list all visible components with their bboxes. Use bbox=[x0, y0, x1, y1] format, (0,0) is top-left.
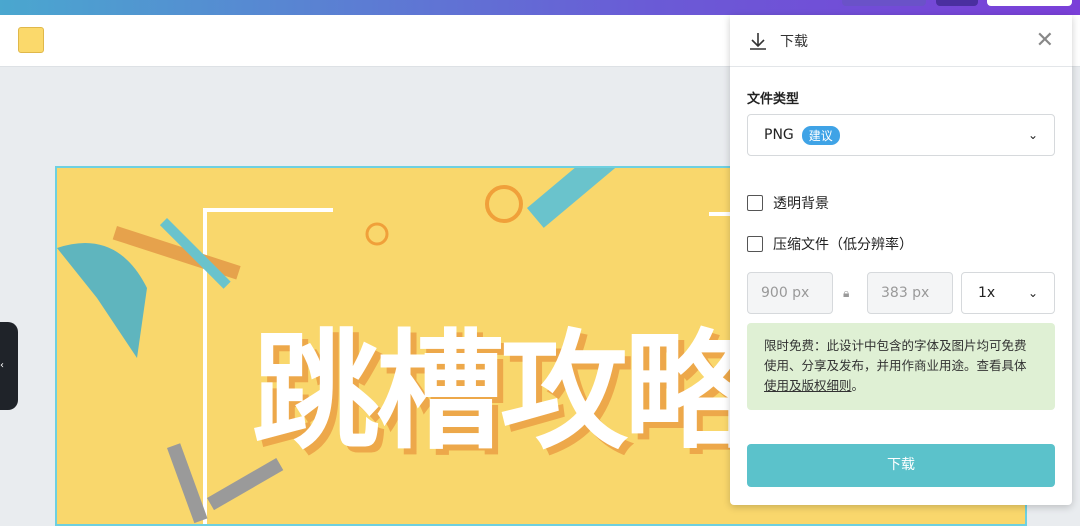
height-input[interactable]: 383 px bbox=[867, 272, 953, 314]
checkbox-label: 压缩文件（低分辨率） bbox=[773, 237, 913, 253]
license-link[interactable]: 使用及版权细则 bbox=[764, 378, 852, 393]
panel-title: 下载 bbox=[780, 33, 808, 50]
color-swatch[interactable] bbox=[18, 27, 44, 53]
chevron-down-icon: ⌄ bbox=[1027, 128, 1038, 142]
design-headline: 跳槽攻略 bbox=[252, 318, 752, 467]
file-type-label: 文件类型 bbox=[747, 92, 800, 107]
file-type-select[interactable]: PNG 建议 ⌄ bbox=[747, 114, 1055, 156]
download-panel: 下载 ✕ 文件类型 PNG 建议 ⌄ 透明背景 压缩文件（低分辨率） 900 p… bbox=[730, 15, 1072, 505]
checkbox-label: 透明背景 bbox=[773, 196, 829, 212]
transparent-bg-checkbox[interactable]: 透明背景 bbox=[747, 193, 829, 213]
compress-checkbox[interactable]: 压缩文件（低分辨率） bbox=[747, 234, 913, 254]
top-bar bbox=[0, 0, 1080, 15]
top-button[interactable] bbox=[987, 0, 1072, 6]
top-button[interactable] bbox=[936, 0, 978, 6]
license-note: 限时免费：此设计中包含的字体及图片均可免费使用、分享及发布，并用作商业用途。查看… bbox=[747, 323, 1055, 410]
download-button[interactable]: 下载 bbox=[747, 444, 1055, 487]
file-type-value: PNG bbox=[764, 127, 794, 143]
checkbox-box[interactable] bbox=[747, 195, 763, 211]
top-button[interactable] bbox=[842, 0, 926, 6]
chevron-left-icon: ‹ bbox=[0, 360, 4, 371]
checkbox-box[interactable] bbox=[747, 236, 763, 252]
scale-value: 1x bbox=[978, 285, 996, 301]
download-icon bbox=[750, 32, 766, 50]
close-icon[interactable]: ✕ bbox=[1036, 28, 1054, 53]
lock-icon[interactable]: 🔒︎ bbox=[843, 286, 849, 301]
panel-header: 下载 ✕ bbox=[730, 15, 1072, 67]
sidebar-collapse-handle[interactable]: ‹ bbox=[0, 322, 18, 410]
recommended-badge: 建议 bbox=[801, 125, 840, 145]
note-end: 。 bbox=[851, 378, 865, 393]
scale-select[interactable]: 1x ⌄ bbox=[961, 272, 1055, 314]
width-input[interactable]: 900 px bbox=[747, 272, 833, 314]
chevron-down-icon: ⌄ bbox=[1027, 286, 1038, 300]
note-text: 限时免费：此设计中包含的字体及图片均可免费使用、分享及发布，并用作商业用途。查看… bbox=[764, 338, 1027, 373]
